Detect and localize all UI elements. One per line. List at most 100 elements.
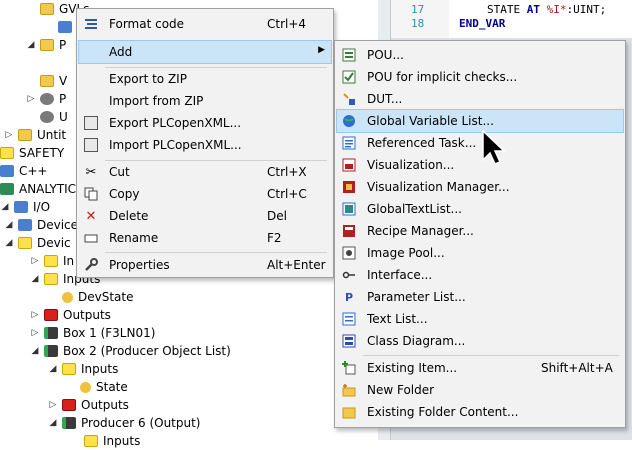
tree-item-devices[interactable]: ◢ Devices (4, 216, 85, 234)
inputs-icon (84, 435, 98, 447)
tree-item-safety[interactable]: SAFETY (0, 144, 64, 162)
tree-item-gvl-file[interactable] (58, 18, 77, 36)
tree-item-in[interactable]: ▷ In (30, 252, 75, 270)
text-list-icon (341, 311, 357, 327)
image-pool-icon (341, 245, 357, 261)
folder-icon (40, 3, 54, 15)
menu-item-export-plcopenxml[interactable]: Export PLCopenXML... (79, 112, 331, 134)
menu-item-import-zip[interactable]: Import from ZIP (79, 90, 331, 112)
expand-arrow-icon[interactable]: ◢ (30, 346, 40, 356)
expand-arrow-icon[interactable]: ◢ (30, 274, 40, 284)
code-line: STATE AT %I*:UINT; (487, 3, 607, 16)
submenu-item-pou-checks[interactable]: POU for implicit checks... (337, 66, 623, 88)
tree-item-outputs-1[interactable]: ▷ Outputs (30, 306, 111, 324)
menu-item-add[interactable]: Add ▶ (78, 40, 332, 64)
tree-item-device[interactable]: ◢ Devic (4, 234, 71, 252)
visualization-icon (341, 157, 357, 173)
menu-item-import-plcopenxml[interactable]: Import PLCopenXML... (79, 134, 331, 156)
menu-item-export-zip[interactable]: Export to ZIP (79, 68, 331, 90)
io-icon (14, 201, 28, 213)
task-icon (341, 135, 357, 151)
dut-icon (341, 91, 357, 107)
devices-icon (18, 219, 32, 231)
submenu-item-pou[interactable]: POU... (337, 44, 623, 66)
tree-item-p2[interactable]: ▷ P (26, 90, 67, 108)
folder-icon (341, 404, 357, 420)
inputs-icon (44, 273, 58, 285)
code-editor[interactable]: 17 18 STATE AT %I*:UINT; END_VAR (390, 0, 632, 38)
submenu-item-global-text-list[interactable]: GlobalTextList... (337, 198, 623, 220)
expand-arrow-icon[interactable]: ◢ (4, 220, 14, 230)
submenu-item-interface[interactable]: Interface... (337, 264, 623, 286)
tree-item-inputs-3[interactable]: Inputs (84, 432, 140, 450)
tree-item-p1[interactable]: ◢ P (26, 36, 67, 54)
submenu-item-class-diagram[interactable]: Class Diagram... (337, 330, 623, 352)
folder-icon (40, 39, 54, 51)
delete-icon: ✕ (85, 208, 97, 224)
tree-item-io[interactable]: ◢ I/O (0, 198, 51, 216)
context-menu: Format code Ctrl+4 Add ▶ Export to ZIP I… (76, 8, 334, 278)
submenu-item-parameter-list[interactable]: P Parameter List... (337, 286, 623, 308)
submenu-item-visualization-manager[interactable]: Visualization Manager... (337, 176, 623, 198)
submenu-item-existing-folder-content[interactable]: Existing Folder Content... (337, 401, 623, 423)
expand-arrow-icon[interactable]: ◢ (4, 238, 14, 248)
box-icon (44, 327, 58, 339)
tree-item-devstate[interactable]: DevState (62, 288, 134, 306)
variable-icon (62, 291, 73, 303)
mouse-cursor-icon (482, 129, 506, 169)
class-diagram-icon (341, 333, 357, 349)
tree-item-analytics[interactable]: ANALYTICS (0, 180, 84, 198)
submenu-item-existing-item[interactable]: Existing Item... Shift+Alt+A (337, 357, 623, 379)
expand-arrow-icon[interactable]: ▷ (30, 310, 40, 320)
submenu-item-text-list[interactable]: Text List... (337, 308, 623, 330)
tree-item-state[interactable]: State (80, 378, 128, 396)
expand-arrow-icon[interactable]: ◢ (48, 418, 58, 428)
submenu-item-image-pool[interactable]: Image Pool... (337, 242, 623, 264)
menu-separator (363, 355, 619, 356)
menu-item-cut[interactable]: ✂ Cut Ctrl+X (79, 161, 331, 183)
expand-arrow-icon[interactable]: ▷ (26, 94, 36, 104)
submenu-arrow-icon: ▶ (318, 45, 325, 55)
expand-arrow-icon[interactable]: ▷ (48, 400, 58, 410)
plc-icon (40, 93, 54, 105)
menu-item-copy[interactable]: Copy Ctrl+C (79, 183, 331, 205)
tree-item-producer6[interactable]: ◢ Producer 6 (Output) (48, 414, 201, 432)
expand-arrow-icon[interactable]: ▷ (30, 328, 40, 338)
safety-icon (0, 147, 14, 159)
expand-arrow-icon[interactable]: ◢ (48, 364, 58, 374)
menu-item-delete[interactable]: ✕ Delete Del (79, 205, 331, 227)
outputs-icon (62, 399, 76, 411)
box-icon (44, 345, 58, 357)
tree-item-inputs-2[interactable]: ◢ Inputs (48, 360, 119, 378)
device-icon (18, 237, 32, 249)
tree-item-v[interactable]: V (26, 72, 67, 90)
tree-item-box1[interactable]: ▷ Box 1 (F3LN01) (30, 324, 156, 342)
submenu-item-recipe-manager[interactable]: Recipe Manager... (337, 220, 623, 242)
parameter-icon: P (344, 290, 354, 304)
submenu-item-dut[interactable]: DUT... (337, 88, 623, 110)
menu-item-rename[interactable]: Rename F2 (79, 227, 331, 249)
tree-item-untitled[interactable]: ▷ Untit (4, 126, 67, 144)
submenu-item-global-variable-list[interactable]: Global Variable List... (336, 109, 624, 133)
expand-arrow-icon[interactable]: ▷ (30, 256, 40, 266)
menu-item-format-code[interactable]: Format code Ctrl+4 (79, 13, 331, 35)
pou-checks-icon (341, 69, 357, 85)
box-icon (62, 417, 76, 429)
expand-arrow-icon[interactable]: ▷ (4, 130, 14, 140)
submenu-item-referenced-task[interactable]: Referenced Task... (337, 132, 623, 154)
submenu-item-visualization[interactable]: Visualization... (337, 154, 623, 176)
wrench-icon (83, 257, 99, 273)
submenu-item-new-folder[interactable]: New Folder (337, 379, 623, 401)
variable-icon (80, 381, 91, 393)
tree-item-u[interactable]: U (26, 108, 68, 126)
tree-item-box2[interactable]: ◢ Box 2 (Producer Object List) (30, 342, 231, 360)
expand-arrow-icon[interactable]: ◢ (0, 202, 10, 212)
scissors-icon: ✂ (85, 164, 97, 180)
menu-item-properties[interactable]: Properties Alt+Enter (79, 254, 331, 276)
tree-item-outputs-2[interactable]: ▷ Outputs (48, 396, 129, 414)
line-number: 17 (411, 3, 425, 16)
copy-icon (83, 186, 99, 202)
inputs-icon (62, 363, 76, 375)
expand-arrow-icon[interactable]: ◢ (26, 40, 36, 50)
tree-item-cpp[interactable]: C++ (0, 162, 48, 180)
